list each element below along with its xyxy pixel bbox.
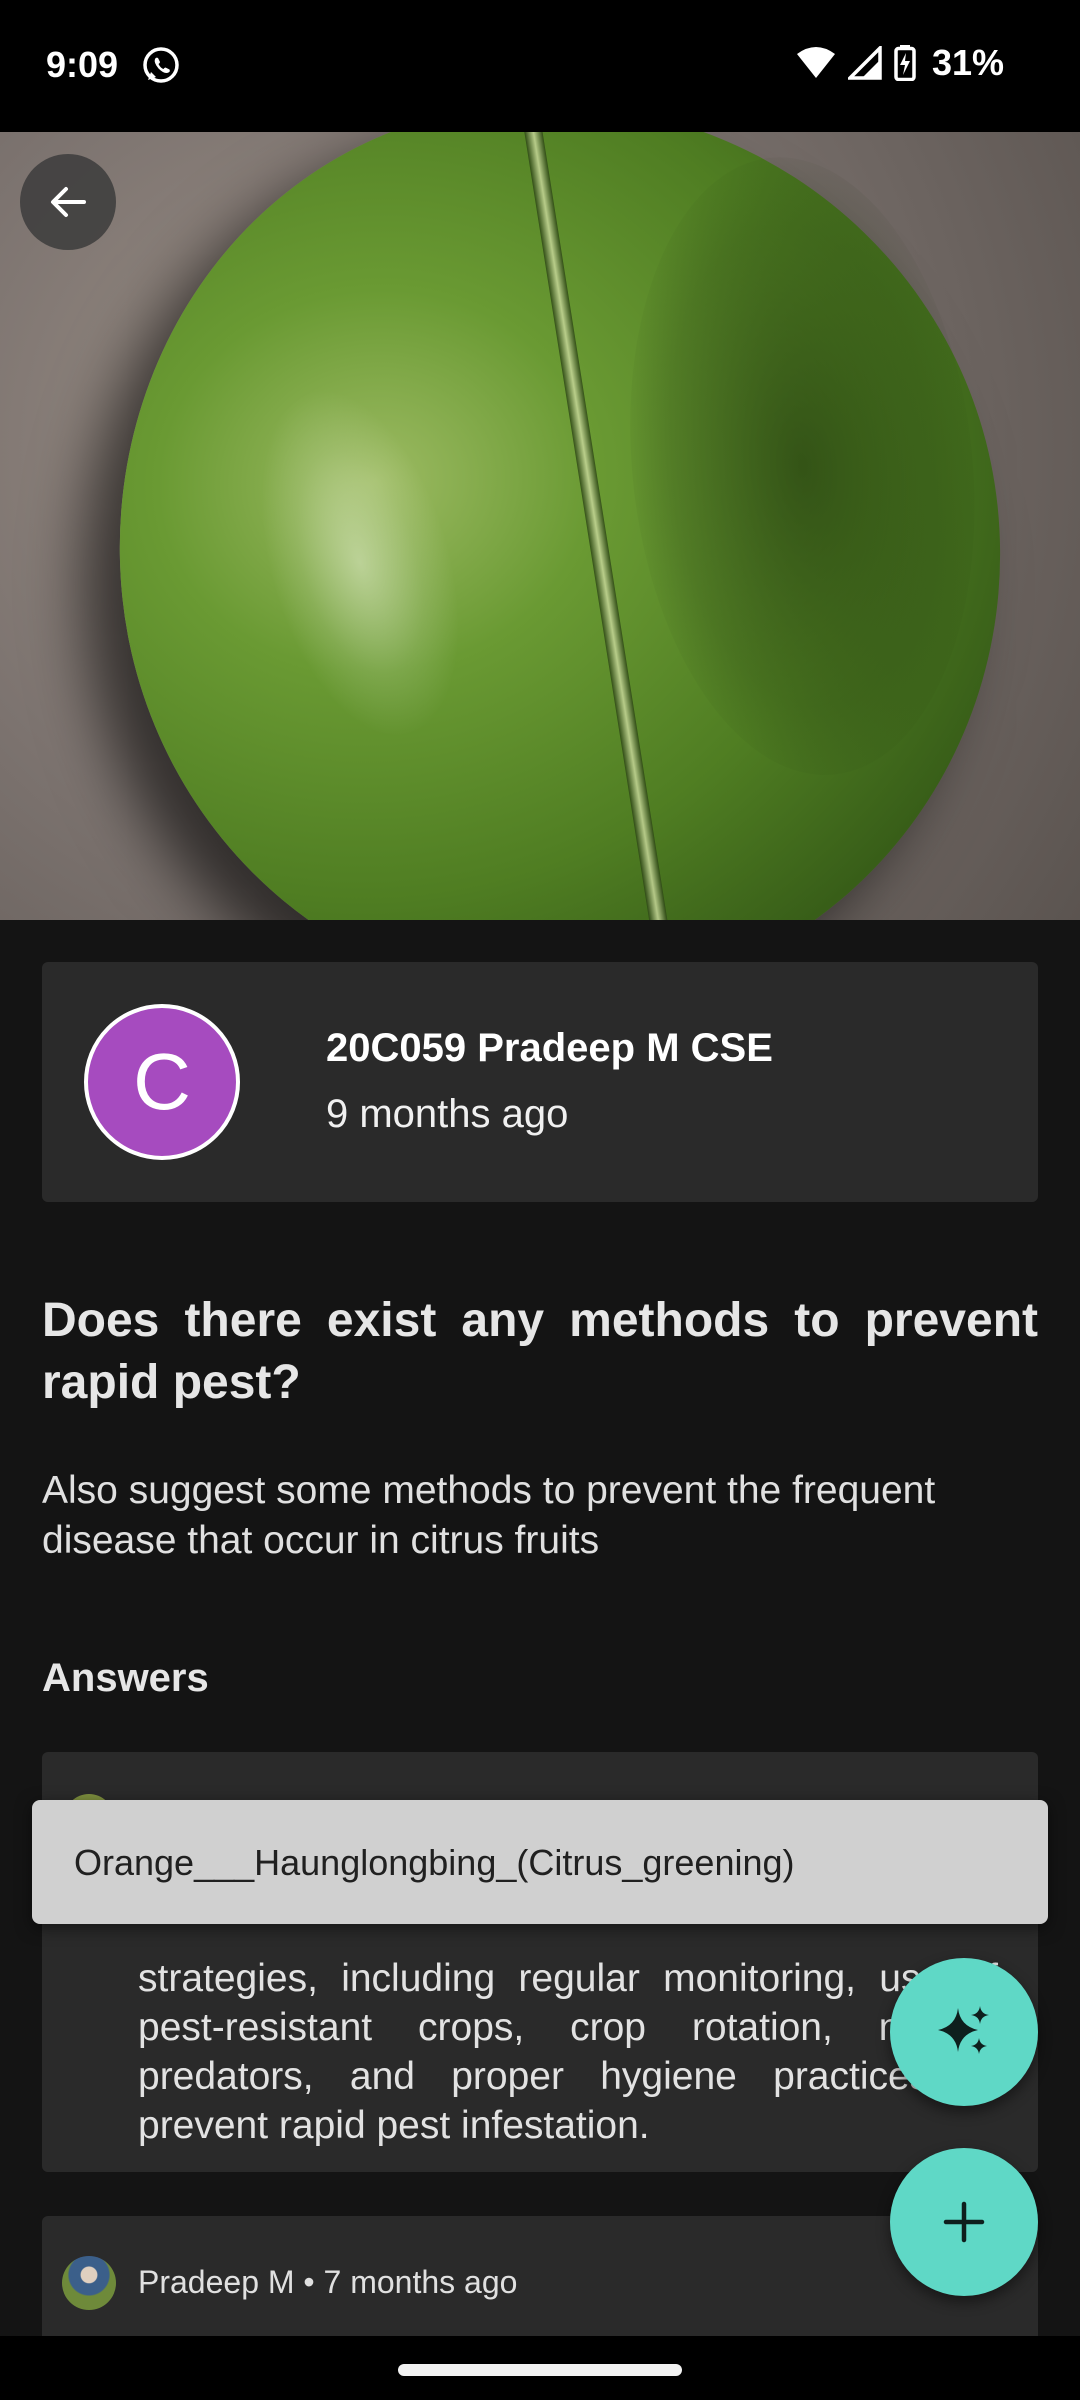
ai-answer-button[interactable] xyxy=(890,1958,1038,2106)
status-bar: 9:09 31% xyxy=(0,0,1080,132)
back-button[interactable] xyxy=(20,154,116,250)
author-name: 20C059 Pradeep M CSE xyxy=(326,1026,773,1070)
arrow-left-icon xyxy=(51,187,86,217)
meta-separator: • xyxy=(303,2264,315,2300)
leaf-photo xyxy=(75,132,1045,920)
battery-charging-icon xyxy=(894,45,916,81)
author-card[interactable]: C 20C059 Pradeep M CSE 9 months ago xyxy=(42,962,1038,1202)
whatsapp-icon xyxy=(143,47,179,83)
answer-card[interactable]: Pradeep M • 7 months ago xyxy=(42,2216,1038,2340)
answer-meta: Pradeep M • 7 months ago xyxy=(138,2264,517,2301)
battery-percent: 31% xyxy=(931,42,1004,83)
status-icons: 31% xyxy=(796,42,1004,84)
question-title: Does there exist any methods to prevent … xyxy=(42,1294,1038,1409)
wifi-icon xyxy=(796,47,835,78)
question-image xyxy=(0,132,1080,920)
sparkle-icon xyxy=(938,2006,989,2054)
post-timestamp: 9 months ago xyxy=(326,1092,569,1136)
cell-signal-icon xyxy=(847,46,882,80)
status-time: 9:09 xyxy=(46,44,119,85)
answer-text: strategies, including regular monitoring… xyxy=(138,1957,998,2147)
answer-author: Pradeep M xyxy=(138,2264,295,2300)
plus-icon xyxy=(943,2201,985,2243)
home-gesture-handle[interactable] xyxy=(398,2364,682,2376)
question-body: Also suggest some methods to prevent the… xyxy=(42,1469,936,1562)
answers-heading: Answers xyxy=(42,1656,209,1700)
answer-timestamp: 7 months ago xyxy=(323,2264,518,2300)
add-answer-button[interactable] xyxy=(890,2148,1038,2296)
answer-avatar xyxy=(62,2256,116,2310)
toast-text: Orange___Haunglongbing_(Citrus_greening) xyxy=(74,1842,795,1883)
avatar: C xyxy=(84,1004,240,1160)
prediction-toast: Orange___Haunglongbing_(Citrus_greening) xyxy=(32,1800,1048,1924)
